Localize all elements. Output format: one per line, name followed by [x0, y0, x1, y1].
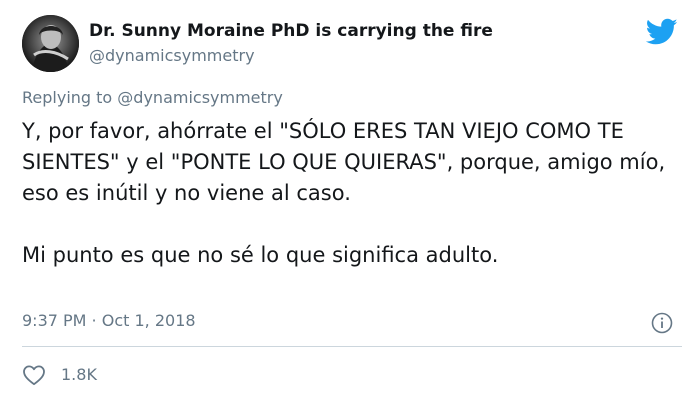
divider: [22, 346, 682, 347]
tweet-time: 9:37 PM: [22, 311, 87, 330]
reply-prefix: Replying to: [22, 88, 118, 107]
tweet-card: Dr. Sunny Moraine PhD is carrying the fi…: [0, 0, 700, 402]
tweet-paragraph: Mi punto es que no sé lo que significa a…: [22, 243, 499, 267]
reply-handle-link[interactable]: @dynamicsymmetry: [117, 88, 283, 107]
tweet-text: Y, por favor, ahórrate el "SÓLO ERES TAN…: [22, 116, 682, 271]
twitter-bird-icon[interactable]: [645, 18, 678, 46]
reply-context: Replying to @dynamicsymmetry: [22, 88, 283, 107]
meta-separator: ·: [86, 311, 102, 330]
tweet-date: Oct 1, 2018: [101, 311, 196, 330]
info-icon[interactable]: [651, 312, 673, 334]
avatar[interactable]: [22, 15, 79, 72]
author-handle[interactable]: @dynamicsymmetry: [89, 46, 255, 65]
tweet-timestamp[interactable]: 9:37 PM · Oct 1, 2018: [22, 311, 196, 330]
heart-icon[interactable]: [22, 364, 46, 386]
like-count: 1.8K: [61, 365, 97, 384]
author-name[interactable]: Dr. Sunny Moraine PhD is carrying the fi…: [89, 21, 493, 41]
tweet-paragraph: Y, por favor, ahórrate el "SÓLO ERES TAN…: [22, 119, 666, 205]
